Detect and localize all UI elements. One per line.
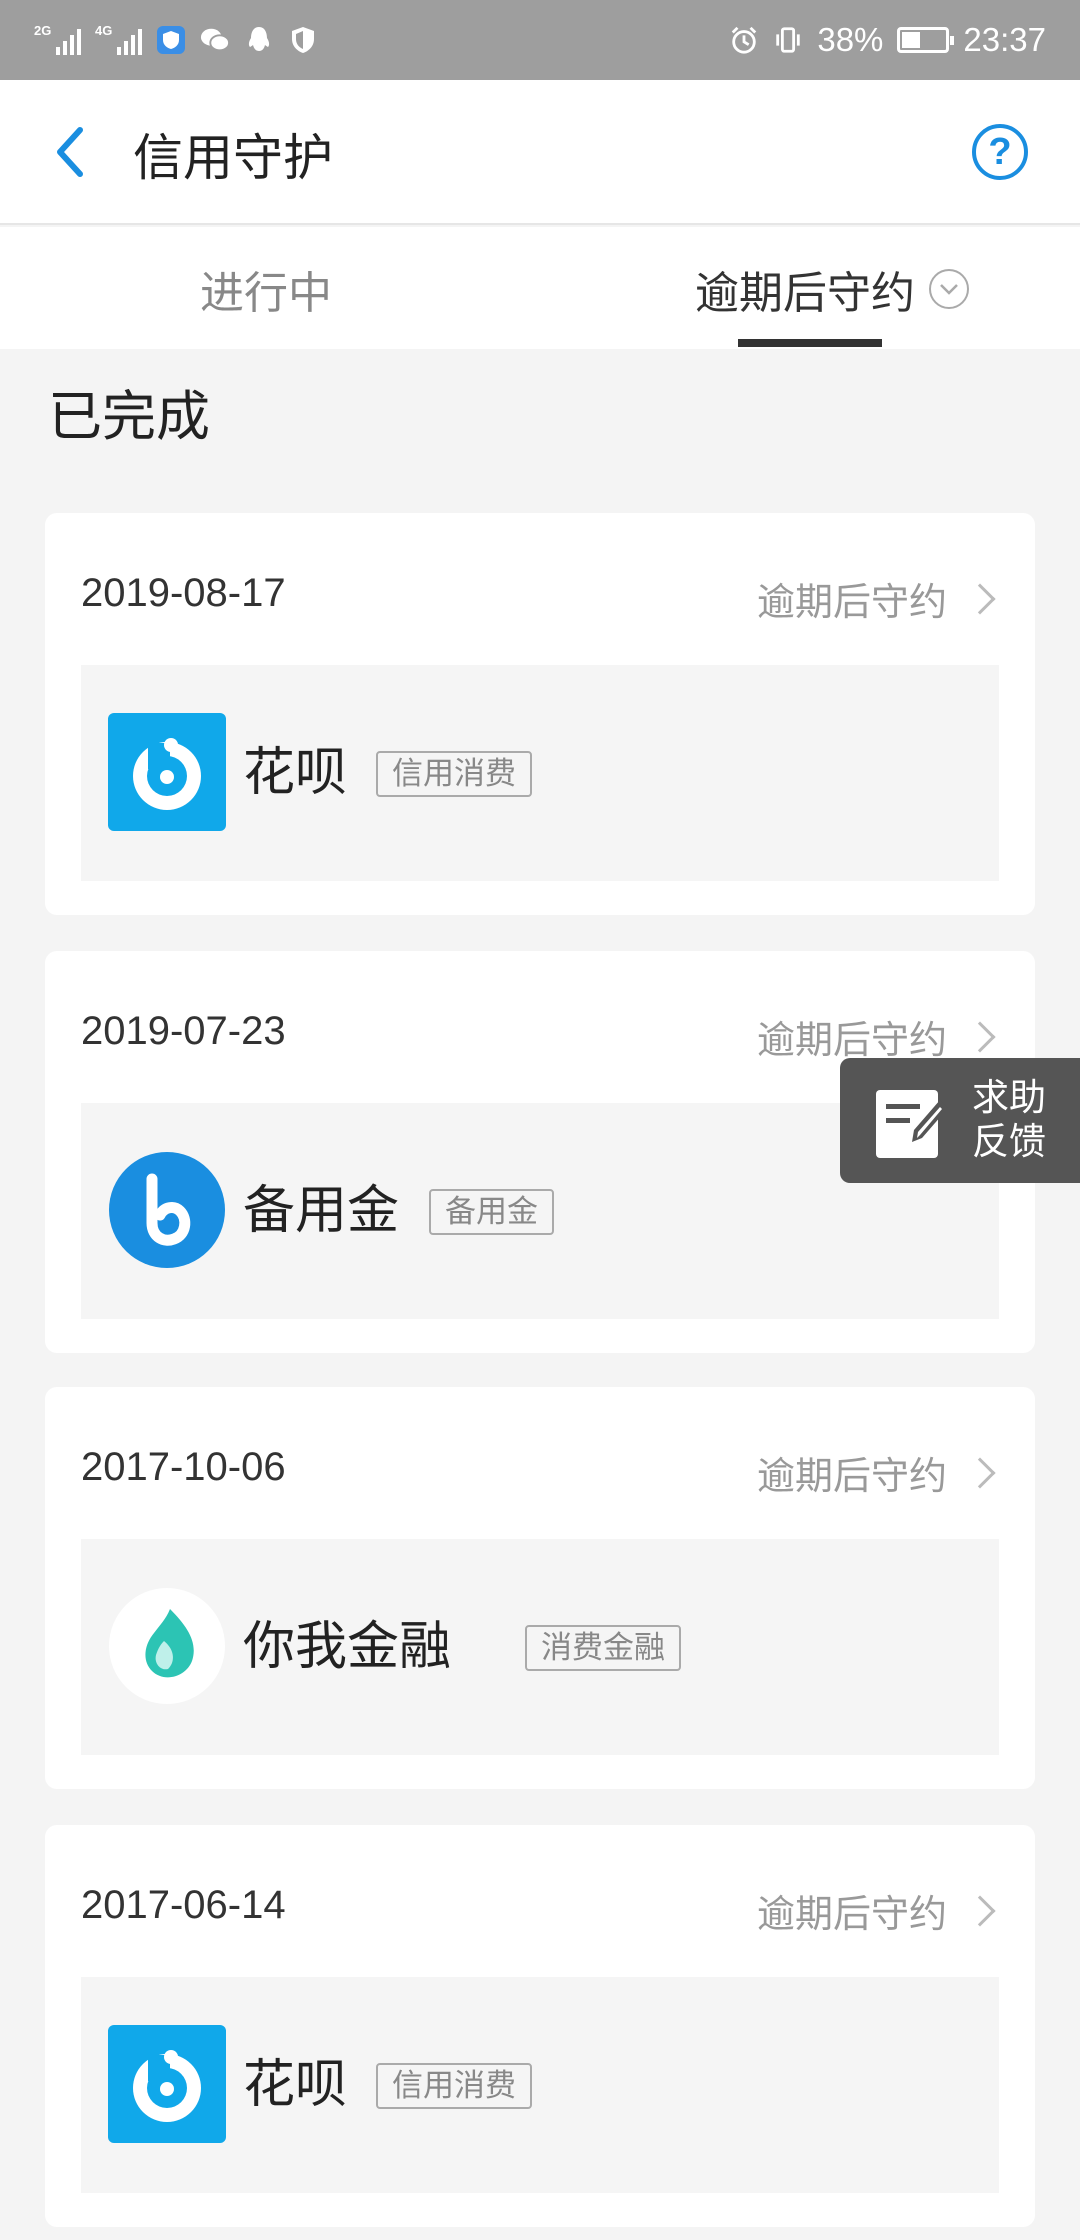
tab-ongoing[interactable]: 进行中 xyxy=(200,257,332,321)
shield-app-icon xyxy=(156,25,186,55)
security-shield-icon xyxy=(288,25,318,55)
record-status-link[interactable]: 逾期后守约 xyxy=(757,1009,999,1064)
record-status-link[interactable]: 逾期后守约 xyxy=(757,571,999,626)
network-type-2: 4G xyxy=(95,23,113,38)
battery-fill xyxy=(902,32,920,48)
record-app-row: 花呗 信用消费 xyxy=(81,665,999,881)
record-status-link[interactable]: 逾期后守约 xyxy=(757,1445,999,1500)
app-name: 花呗 xyxy=(243,743,348,803)
record-status: 逾期后守约 xyxy=(756,1892,947,1936)
battery-percent: 38% xyxy=(817,21,884,58)
chevron-down-icon[interactable] xyxy=(929,269,969,309)
alarm-icon xyxy=(729,25,759,55)
network-type-1: 2G xyxy=(34,23,52,38)
chevron-right-icon xyxy=(964,582,996,615)
record-app-row: 花呗 信用消费 xyxy=(81,1977,999,2193)
record-card[interactable]: 2017-06-14 逾期后守约 花呗 信用消费 xyxy=(45,1825,1035,2227)
chevron-right-icon xyxy=(964,1020,996,1053)
record-status: 逾期后守约 xyxy=(756,1454,947,1498)
clock: 23:37 xyxy=(963,21,1046,58)
section-title: 已完成 xyxy=(48,385,210,448)
vibrate-icon xyxy=(773,25,803,55)
app-category-tag: 备用金 xyxy=(429,1189,554,1235)
record-status: 逾期后守约 xyxy=(756,580,947,624)
help-feedback-line1: 求助 xyxy=(972,1076,1046,1119)
record-card[interactable]: 2017-10-06 逾期后守约 你我金融 消费金融 xyxy=(45,1387,1035,1789)
status-bar-right: 38% 23:37 xyxy=(729,21,1046,59)
qq-icon xyxy=(244,25,274,55)
help-feedback-label: 求助 反馈 xyxy=(972,1076,1046,1164)
record-card[interactable]: 2019-08-17 逾期后守约 花呗 信用消费 xyxy=(45,513,1035,915)
tab-overdue-label: 逾期后守约 xyxy=(695,268,915,319)
chevron-right-icon xyxy=(964,1456,996,1489)
record-status: 逾期后守约 xyxy=(756,1018,947,1062)
app-name: 你我金融 xyxy=(243,1617,452,1677)
niwojinrong-logo-icon xyxy=(109,1588,225,1704)
status-bar: 2G 4G 38% 23:37 xyxy=(0,0,1080,80)
app-header: 信用守护 ? xyxy=(0,80,1080,225)
record-status-link[interactable]: 逾期后守约 xyxy=(757,1883,999,1938)
record-date: 2017-06-14 xyxy=(81,1883,286,1927)
record-date: 2019-07-23 xyxy=(81,1009,286,1053)
record-app-row: 你我金融 消费金融 xyxy=(81,1539,999,1755)
app-category-tag: 消费金融 xyxy=(525,1625,681,1671)
app-name: 备用金 xyxy=(243,1181,400,1241)
battery-icon xyxy=(897,27,955,53)
back-button[interactable] xyxy=(40,122,100,182)
help-feedback-button[interactable]: 求助 反馈 xyxy=(840,1058,1080,1183)
tab-bar: 进行中 逾期后守约 xyxy=(0,227,1080,349)
help-feedback-line2: 反馈 xyxy=(972,1120,1046,1163)
page-title: 信用守护 xyxy=(133,129,333,187)
huabei-logo-icon xyxy=(108,713,226,831)
record-date: 2017-10-06 xyxy=(81,1445,286,1489)
record-date: 2019-08-17 xyxy=(81,571,286,615)
app-category-tag: 信用消费 xyxy=(376,2063,532,2109)
edit-note-icon xyxy=(876,1090,948,1158)
chevron-right-icon xyxy=(964,1894,996,1927)
signal-icon: 2G xyxy=(34,23,81,55)
huabei-logo-icon xyxy=(108,2025,226,2143)
signal-icon-2: 4G xyxy=(95,23,142,55)
beiyongjin-logo-icon xyxy=(109,1152,225,1268)
app-category-tag: 信用消费 xyxy=(376,751,532,797)
app-name: 花呗 xyxy=(243,2055,348,2115)
back-arrow-icon xyxy=(57,127,83,177)
active-tab-indicator xyxy=(738,339,882,347)
wechat-icon xyxy=(200,25,230,55)
tab-overdue-fulfilled[interactable]: 逾期后守约 xyxy=(695,257,969,321)
help-button[interactable]: ? xyxy=(972,124,1028,180)
status-bar-left: 2G 4G xyxy=(34,23,318,55)
